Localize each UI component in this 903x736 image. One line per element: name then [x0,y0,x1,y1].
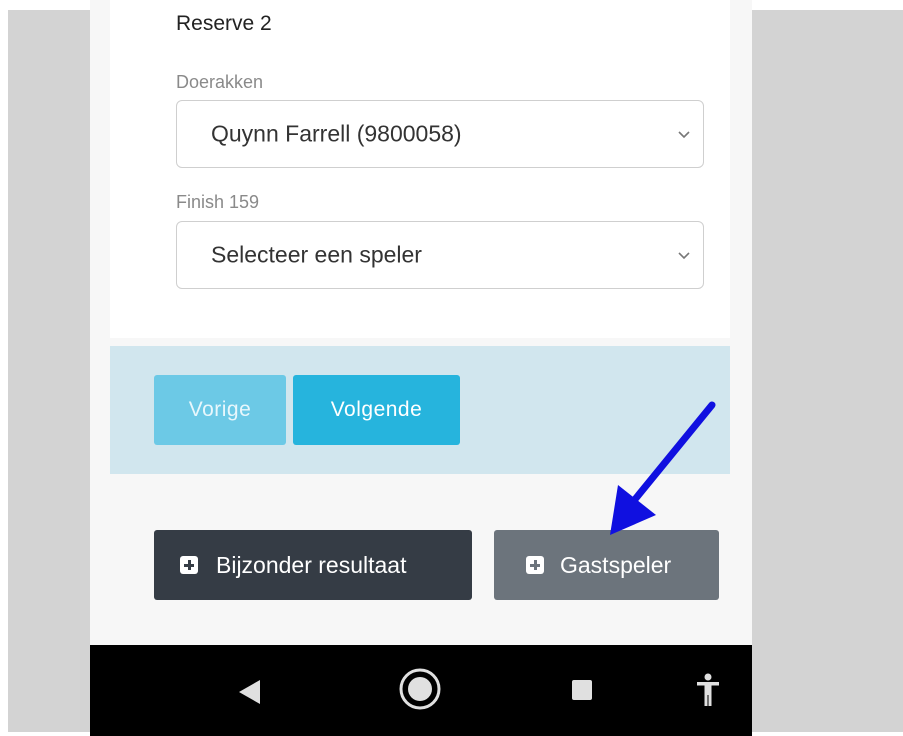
background-right [752,10,903,732]
guest-player-button[interactable]: Gastspeler [494,530,719,600]
special-result-button[interactable]: Bijzonder resultaat [154,530,472,600]
form-card: Reserve 2 Doerakken Quynn Farrell (98000… [110,0,730,338]
previous-button[interactable]: Vorige [154,375,286,445]
plus-square-icon [526,556,544,574]
guest-player-label: Gastspeler [560,551,672,578]
select-value: Selecteer een speler [211,241,422,268]
recents-icon[interactable] [571,679,593,701]
chevron-down-icon [678,252,690,260]
select-finish[interactable]: Selecteer een speler [176,221,704,289]
background-left [8,10,90,732]
select-doerakken[interactable]: Quynn Farrell (9800058) [176,100,704,168]
next-button[interactable]: Volgende [293,375,460,445]
accessibility-icon[interactable] [696,673,720,707]
form-footer: Vorige Volgende [110,346,730,474]
system-navigation-bar [90,645,752,736]
select-value: Quynn Farrell (9800058) [211,120,462,147]
back-icon[interactable] [238,679,262,705]
special-result-label: Bijzonder resultaat [216,551,407,578]
chevron-down-icon [678,131,690,139]
section-title: Reserve 2 [176,12,272,35]
field-label-finish: Finish 159 [176,192,260,212]
phone-screen: Reserve 2 Doerakken Quynn Farrell (98000… [90,0,752,736]
plus-square-icon [180,556,198,574]
home-icon[interactable] [398,667,442,711]
field-label-doerakken: Doerakken [176,72,264,92]
